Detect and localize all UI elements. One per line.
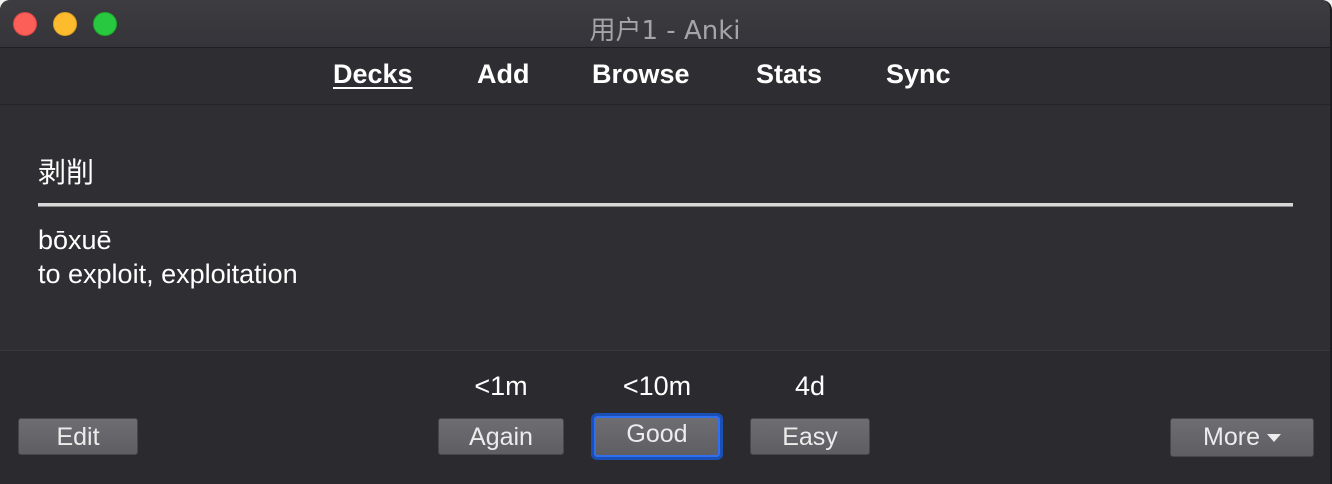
toolbar-browse-link[interactable]: Browse: [592, 59, 690, 90]
title-bar[interactable]: 用户1 - Anki: [0, 0, 1330, 48]
easy-button[interactable]: Easy: [750, 418, 870, 455]
toolbar-sync-link[interactable]: Sync: [886, 59, 951, 90]
toolbar-stats-link[interactable]: Stats: [756, 59, 822, 90]
card-pinyin-text: bōxuē: [38, 225, 112, 255]
window-title: 用户1 - Anki: [589, 16, 741, 46]
card-front-text: 剥削: [38, 156, 95, 189]
answer-bar: Edit <1m Again <10m Good 4d Easy More: [0, 350, 1330, 484]
again-interval-label: <1m: [474, 371, 528, 401]
good-interval-label: <10m: [622, 371, 692, 401]
edit-button[interactable]: Edit: [18, 418, 138, 455]
easy-interval-label: 4d: [794, 371, 826, 401]
card-review-area: 剥削 bōxuē to exploit, exploitation: [0, 105, 1330, 350]
main-toolbar: Decks Add Browse Stats Sync: [0, 48, 1330, 105]
more-button[interactable]: More: [1170, 418, 1314, 457]
toolbar-decks-link[interactable]: Decks: [333, 59, 413, 90]
again-button[interactable]: Again: [438, 418, 564, 455]
answer-divider: [38, 203, 1293, 207]
toolbar-add-link[interactable]: Add: [477, 59, 529, 90]
good-button[interactable]: Good: [594, 416, 720, 457]
card-meaning-text: to exploit, exploitation: [38, 259, 298, 289]
caret-down-icon: [1266, 434, 1281, 443]
more-button-label: More: [1203, 423, 1260, 451]
anki-window: 用户1 - Anki Decks Add Browse Stats Sync 剥…: [0, 0, 1332, 484]
